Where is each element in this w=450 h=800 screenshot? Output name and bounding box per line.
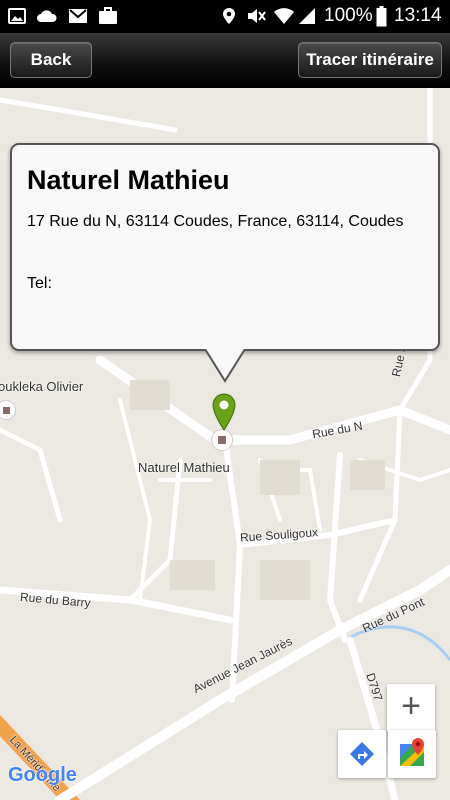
place-poi-marker[interactable]	[211, 429, 233, 451]
place-label: Naturel Mathieu	[138, 460, 230, 475]
place-name: Naturel Mathieu	[27, 165, 230, 195]
open-google-maps-button[interactable]	[388, 730, 436, 778]
battery-percentage: 100%	[324, 5, 373, 26]
gmail-notification-icon	[69, 9, 87, 23]
status-bar: 100% 13:14	[0, 0, 450, 33]
info-window-pointer	[205, 349, 245, 383]
location-icon	[223, 8, 235, 24]
zoom-in-label: +	[401, 687, 421, 725]
route-button[interactable]: Tracer itinéraire	[298, 42, 442, 78]
directions-button[interactable]	[338, 730, 386, 778]
directions-icon	[350, 742, 374, 766]
google-maps-icon	[400, 738, 424, 766]
info-window: Naturel Mathieu 17 Rue du N, 63114 Coude…	[10, 143, 440, 351]
neighbor-label: oukleka Olivier	[0, 379, 84, 394]
title-bar: Back Tracer itinéraire	[0, 33, 450, 88]
battery-icon	[376, 6, 387, 27]
clock: 13:14	[394, 5, 442, 26]
wifi-icon	[274, 8, 294, 24]
zoom-in-button[interactable]: +	[387, 684, 435, 732]
image-notification-icon	[8, 8, 26, 24]
mute-icon	[248, 9, 266, 23]
briefcase-notification-icon	[99, 7, 117, 24]
signal-icon	[299, 8, 315, 24]
place-address: 17 Rue du N, 63114 Coudes, France, 63114…	[27, 213, 404, 230]
location-pin-icon[interactable]	[212, 393, 236, 431]
cloud-notification-icon	[37, 10, 57, 22]
place-tel: Tel:	[27, 275, 52, 292]
back-button[interactable]: Back	[10, 42, 92, 78]
google-logo: Google	[8, 764, 77, 786]
